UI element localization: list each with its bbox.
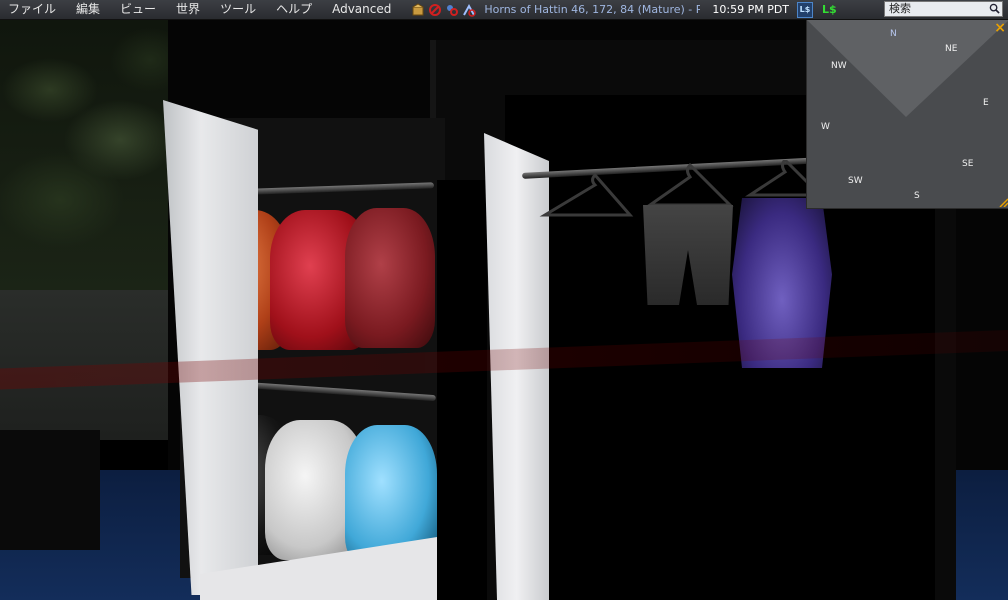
menu-tools[interactable]: ツール	[210, 0, 266, 19]
search-input[interactable]: 検索	[884, 1, 1003, 17]
minimap[interactable]: N NE NW E W SE SW S ×	[806, 20, 1008, 209]
close-icon[interactable]: ×	[994, 21, 1006, 35]
menu-edit[interactable]: 編集	[66, 0, 110, 19]
no-script-icon[interactable]	[445, 3, 459, 17]
resize-handle-icon[interactable]	[998, 197, 1008, 207]
parcel-status-icons	[411, 2, 477, 17]
no-fly-icon[interactable]	[428, 3, 442, 17]
view-cone	[807, 20, 1008, 117]
compass-se: SE	[962, 159, 974, 169]
shirt-dark-red[interactable]	[345, 208, 435, 348]
menu-view[interactable]: ビュー	[110, 0, 166, 19]
trees-background	[0, 20, 175, 290]
cabinet-gap	[437, 180, 487, 600]
search-icon[interactable]	[989, 3, 1000, 14]
menu-world[interactable]: 世界	[166, 0, 210, 19]
compass-e: E	[983, 98, 989, 108]
buy-currency-button[interactable]: L$	[797, 1, 814, 18]
compass-n: N	[890, 29, 897, 39]
location-text[interactable]: Horns of Hattin 46, 172, 84 (Mature) - R…	[484, 3, 700, 16]
balance[interactable]: L$	[822, 3, 837, 16]
top-menu-bar: ファイル 編集 ビュー 世界 ツール ヘルプ Advanced Horns of…	[0, 0, 1008, 20]
no-push-icon[interactable]	[462, 3, 477, 17]
compass-sw: SW	[848, 176, 863, 186]
compass-ne: NE	[945, 44, 958, 54]
compass-nw: NW	[831, 61, 847, 71]
compass-s: S	[914, 191, 920, 201]
clock: 10:59 PM PDT	[712, 3, 790, 16]
menu-help[interactable]: ヘルプ	[266, 0, 322, 19]
compass-w: W	[821, 122, 830, 132]
menu-advanced[interactable]: Advanced	[322, 0, 401, 19]
menu-file[interactable]: ファイル	[0, 0, 66, 19]
dark-box-object	[0, 430, 100, 550]
box-icon[interactable]	[411, 2, 425, 17]
